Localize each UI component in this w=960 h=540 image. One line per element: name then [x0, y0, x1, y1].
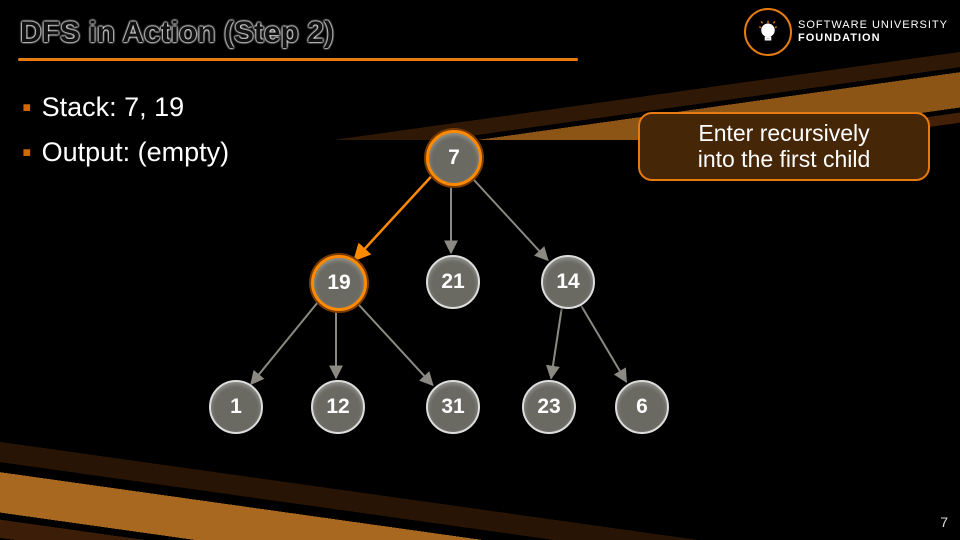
tree-node-23: 23 [522, 380, 576, 434]
tree-node-12: 12 [311, 380, 365, 434]
edge-7-14 [469, 175, 547, 260]
tree-edges [0, 0, 960, 540]
tree-node-21: 21 [426, 255, 480, 309]
tree-node-6: 6 [615, 380, 669, 434]
edge-14-23 [551, 307, 562, 379]
tree-node-31: 31 [426, 380, 480, 434]
tree-node-1: 1 [209, 380, 263, 434]
edge-7-19 [354, 175, 432, 260]
slide: DFS in Action (Step 2) SOFTWARE UNIVERSI… [0, 0, 960, 540]
edge-14-6 [580, 303, 626, 382]
tree-node-19: 19 [311, 255, 367, 311]
page-number: 7 [940, 514, 948, 530]
tree-node-7: 7 [426, 130, 482, 186]
edge-19-31 [354, 300, 432, 385]
edge-19-1 [251, 301, 319, 384]
tree-node-14: 14 [541, 255, 595, 309]
